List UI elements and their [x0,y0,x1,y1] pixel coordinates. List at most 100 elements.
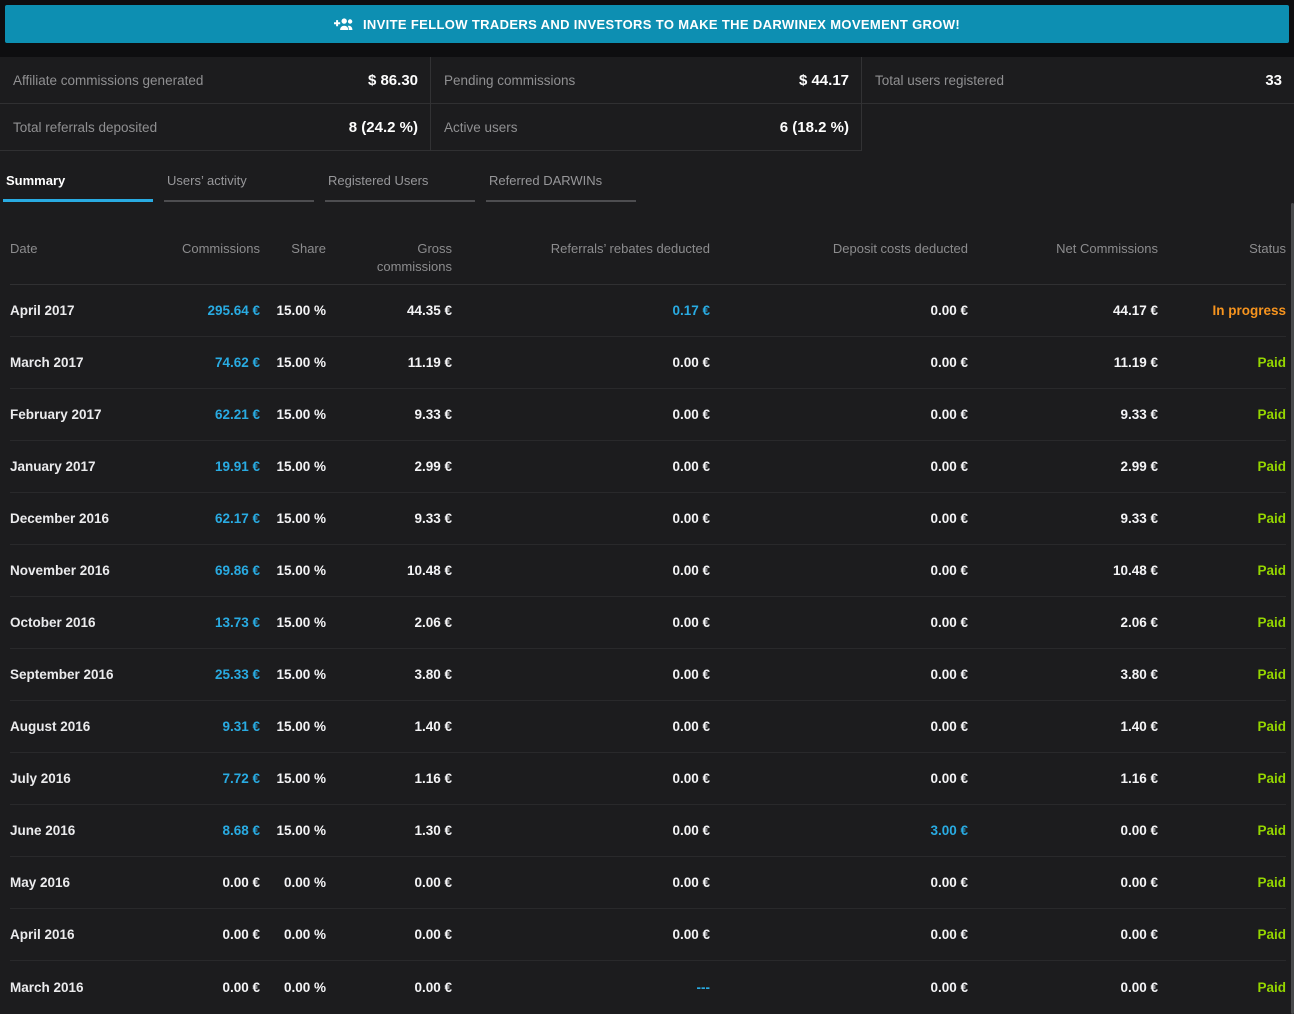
cell-gross: 2.06 € [326,615,452,630]
stat-value: $ 86.30 [368,72,418,89]
cell-deposit: 0.00 € [710,303,968,318]
cell-gross: 9.33 € [326,407,452,422]
stat-value: 6 (18.2 %) [780,119,849,136]
table-row: June 20168.68 €15.00 %1.30 €0.00 €3.00 €… [10,805,1286,857]
table-body: April 2017295.64 €15.00 %44.35 €0.17 €0.… [10,285,1286,1013]
cell-deposit: 0.00 € [710,719,968,734]
cell-commissions[interactable]: 8.68 € [130,823,260,838]
stat-label: Total referrals deposited [13,120,157,135]
cell-deposit[interactable]: 3.00 € [710,823,968,838]
cell-net: 9.33 € [968,511,1158,526]
cell-net: 9.33 € [968,407,1158,422]
stats-panel: Affiliate commissions generated $ 86.30 … [0,57,1294,151]
cell-rebates: 0.00 € [452,719,710,734]
cell-gross: 1.40 € [326,719,452,734]
cell-deposit: 0.00 € [710,771,968,786]
cell-commissions[interactable]: 295.64 € [130,303,260,318]
column-header-deposit-costs: Deposit costs deducted [710,240,968,276]
cell-rebates[interactable]: 0.17 € [452,303,710,318]
cell-share: 15.00 % [260,667,326,682]
cell-date: November 2016 [10,563,130,578]
cell-deposit: 0.00 € [710,875,968,890]
cell-share: 15.00 % [260,823,326,838]
table-row: December 201662.17 €15.00 %9.33 €0.00 €0… [10,493,1286,545]
stat-label: Affiliate commissions generated [13,73,203,88]
cell-net: 0.00 € [968,980,1158,995]
column-header-net-commissions: Net Commissions [968,240,1158,276]
cell-rebates[interactable]: --- [452,980,710,995]
table-row: September 201625.33 €15.00 %3.80 €0.00 €… [10,649,1286,701]
cell-deposit: 0.00 € [710,667,968,682]
cell-net: 11.19 € [968,355,1158,370]
tab-summary[interactable]: Summary [3,173,153,202]
stats-column-3: Total users registered 33 [862,57,1294,151]
table-row: October 201613.73 €15.00 %2.06 €0.00 €0.… [10,597,1286,649]
cell-status: Paid [1158,459,1286,474]
table-row: March 201774.62 €15.00 %11.19 €0.00 €0.0… [10,337,1286,389]
invite-banner[interactable]: INVITE FELLOW TRADERS AND INVESTORS TO M… [5,5,1289,43]
table-row: April 20160.00 €0.00 %0.00 €0.00 €0.00 €… [10,909,1286,961]
cell-commissions[interactable]: 69.86 € [130,563,260,578]
cell-share: 15.00 % [260,407,326,422]
cell-rebates: 0.00 € [452,511,710,526]
cell-status: Paid [1158,667,1286,682]
table-row: May 20160.00 €0.00 %0.00 €0.00 €0.00 €0.… [10,857,1286,909]
cell-date: March 2017 [10,355,130,370]
cell-status: Paid [1158,563,1286,578]
column-header-commissions: Commissions [130,240,260,276]
cell-net: 2.99 € [968,459,1158,474]
cell-share: 15.00 % [260,771,326,786]
cell-commissions[interactable]: 13.73 € [130,615,260,630]
table-row: January 201719.91 €15.00 %2.99 €0.00 €0.… [10,441,1286,493]
cell-status: Paid [1158,407,1286,422]
table-row: April 2017295.64 €15.00 %44.35 €0.17 €0.… [10,285,1286,337]
cell-share: 0.00 % [260,927,326,942]
cell-share: 15.00 % [260,719,326,734]
cell-rebates: 0.00 € [452,355,710,370]
column-header-date: Date [10,240,130,276]
stats-column-2: Pending commissions $ 44.17 Active users… [431,57,862,151]
cell-commissions[interactable]: 9.31 € [130,719,260,734]
stat-total-referrals-deposited: Total referrals deposited 8 (24.2 %) [0,104,430,151]
cell-date: April 2016 [10,927,130,942]
cell-rebates: 0.00 € [452,407,710,422]
invite-banner-label: INVITE FELLOW TRADERS AND INVESTORS TO M… [363,17,960,32]
cell-date: April 2017 [10,303,130,318]
table-row: July 20167.72 €15.00 %1.16 €0.00 €0.00 €… [10,753,1286,805]
cell-deposit: 0.00 € [710,355,968,370]
top-bar: INVITE FELLOW TRADERS AND INVESTORS TO M… [0,0,1294,57]
cell-commissions[interactable]: 74.62 € [130,355,260,370]
tab-registered-users[interactable]: Registered Users [325,173,475,202]
cell-status: Paid [1158,771,1286,786]
stat-value: $ 44.17 [799,72,849,89]
cell-commissions[interactable]: 62.17 € [130,511,260,526]
cell-rebates: 0.00 € [452,875,710,890]
cell-status: In progress [1158,303,1286,318]
table-row: February 201762.21 €15.00 %9.33 €0.00 €0… [10,389,1286,441]
cell-commissions[interactable]: 25.33 € [130,667,260,682]
cell-commissions[interactable]: 19.91 € [130,459,260,474]
cell-date: December 2016 [10,511,130,526]
cell-commissions[interactable]: 62.21 € [130,407,260,422]
cell-gross: 10.48 € [326,563,452,578]
tab-users-activity[interactable]: Users’ activity [164,173,314,202]
cell-status: Paid [1158,823,1286,838]
stats-column-1: Affiliate commissions generated $ 86.30 … [0,57,431,151]
tab-bar: Summary Users’ activity Registered Users… [0,173,1294,202]
cell-status: Paid [1158,511,1286,526]
cell-date: July 2016 [10,771,130,786]
stat-total-users-registered: Total users registered 33 [862,57,1294,104]
cell-gross: 9.33 € [326,511,452,526]
tab-referred-darwins[interactable]: Referred DARWINs [486,173,636,202]
cell-gross: 2.99 € [326,459,452,474]
stat-affiliate-commissions: Affiliate commissions generated $ 86.30 [0,57,430,104]
cell-commissions[interactable]: 7.72 € [130,771,260,786]
cell-status: Paid [1158,355,1286,370]
cell-status: Paid [1158,980,1286,995]
column-header-referrals-rebates: Referrals’ rebates deducted [452,240,710,276]
cell-deposit: 0.00 € [710,980,968,995]
cell-net: 2.06 € [968,615,1158,630]
cell-rebates: 0.00 € [452,459,710,474]
commissions-table: Date Commissions Share Gross commissions… [0,202,1294,1013]
cell-deposit: 0.00 € [710,615,968,630]
